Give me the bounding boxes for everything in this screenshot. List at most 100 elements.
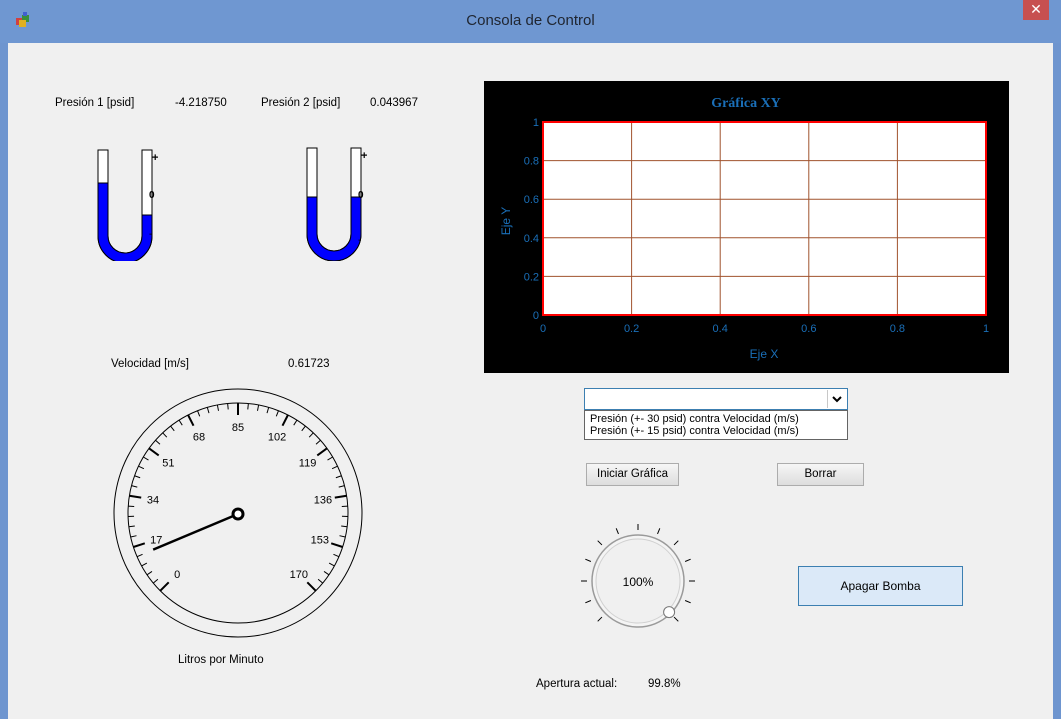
xy-chart: Gráfica XY 0 0.2 0.4 0.6 0.8 1 0 0.2 0.4 0.6 0.8 1… <box>499 96 989 361</box>
gauge-minor-tick <box>266 407 270 414</box>
xy-graph: Gráfica XY 0 0.2 0.4 0.6 0.8 1 0 0.2 0.4 0.6 0.8 1… <box>484 81 1009 373</box>
velocity-label: Velocidad [m/s] <box>111 358 189 370</box>
gauge-minor-tick <box>293 419 298 426</box>
gauge-minor-tick <box>134 475 141 479</box>
gauge-needle <box>152 512 239 551</box>
knob-tick <box>673 616 679 622</box>
gauge-minor-tick <box>256 404 260 411</box>
gauge-tick-label: 85 <box>232 422 244 434</box>
dropdown-option[interactable]: Presión (+- 30 psid) contra Velocidad (m… <box>590 413 847 425</box>
manometer-2-minus: - <box>358 235 361 246</box>
x-tick-label: 0 <box>540 323 546 335</box>
manometer-2: + 0 - <box>306 147 367 261</box>
manometer-fluid <box>306 196 362 261</box>
pressure2-value: 0.043967 <box>370 97 418 109</box>
gauge-minor-tick <box>275 410 279 417</box>
gauge-minor-tick <box>338 485 345 488</box>
gauge-minor-tick <box>327 456 333 461</box>
gauge-minor-tick <box>138 465 145 470</box>
y-tick-label: 1 <box>533 117 539 129</box>
x-tick-label: 0.4 <box>713 323 728 335</box>
gauge-minor-tick <box>143 456 149 461</box>
gauge-minor-tick <box>130 535 137 538</box>
gauge-tick-label: 68 <box>193 431 205 443</box>
gauge-major-tick <box>148 447 160 457</box>
y-tick-label: 0 <box>533 310 539 322</box>
y-tick-label: 0.4 <box>524 233 539 245</box>
x-tick-label: 0.2 <box>624 323 639 335</box>
knob-tick <box>597 540 603 546</box>
gauge-hub <box>231 507 245 521</box>
gauge-major-tick <box>133 542 146 548</box>
y-axis-label: Eje Y <box>499 207 513 235</box>
manometer-1-plus: + <box>152 152 158 164</box>
aperture-label: Apertura actual: <box>536 678 618 690</box>
pressure1-value: -4.218750 <box>175 97 227 109</box>
manometer-1-body <box>97 149 153 261</box>
gauge-minor-tick <box>317 578 324 584</box>
gauge-minor-tick <box>128 525 135 528</box>
gauge-minor-tick <box>146 571 153 576</box>
gauge-tick-label: 17 <box>150 535 162 547</box>
gauge-minor-tick <box>339 535 346 538</box>
close-button[interactable]: ✕ <box>1023 0 1049 20</box>
gauge-minor-tick <box>323 571 330 576</box>
gauge-tick-label: 51 <box>162 457 174 469</box>
gauge-minor-tick <box>136 553 143 558</box>
gauge-major-tick <box>334 494 347 499</box>
velocity-value: 0.61723 <box>288 358 330 370</box>
knob-tick <box>684 600 691 604</box>
gauge-major-tick <box>306 581 317 592</box>
gauge-minor-tick <box>155 439 161 445</box>
gauge-tick-label: 119 <box>299 457 317 469</box>
clear-button[interactable]: Borrar <box>777 463 864 486</box>
client-area: Presión 1 [psid] -4.218750 Presión 2 [ps… <box>8 43 1053 719</box>
x-tick-label: 0.8 <box>890 323 905 335</box>
title-bar: Consola de Control ✕ <box>0 0 1061 43</box>
knob-tick <box>585 558 592 562</box>
manometer-2-zero: 0 <box>358 190 364 201</box>
gauge-minor-tick <box>162 432 168 438</box>
chart-title: Gráfica XY <box>711 96 781 111</box>
knob-value: 100% <box>623 575 654 589</box>
gauge-label: Litros por Minuto <box>178 654 264 666</box>
y-tick-labels: 0 0.2 0.4 0.6 0.8 1 <box>524 117 539 322</box>
knob-tick <box>597 616 603 622</box>
gauge-minor-tick <box>335 475 342 479</box>
x-tick-label: 0.6 <box>801 323 816 335</box>
knob-tick <box>684 558 691 562</box>
plot-area <box>543 122 986 315</box>
gauge-minor-tick <box>227 403 229 410</box>
gauge-minor-tick <box>178 419 183 426</box>
gauge-minor-tick <box>247 403 249 410</box>
knob-indicator[interactable] <box>663 606 676 619</box>
gauge-major-tick <box>159 581 170 592</box>
knob-tick <box>673 540 679 546</box>
aperture-value: 99.8% <box>648 678 681 690</box>
knob-tick <box>585 600 592 604</box>
pump-valve-knob[interactable]: 100% <box>574 520 714 640</box>
gauge-minor-tick <box>341 525 348 528</box>
gauge-tick-label: 170 <box>290 569 308 581</box>
flow-gauge: 0 17 34 51 68 85 102 119 136 153 170 <box>113 388 363 638</box>
gauge-major-tick <box>316 447 328 457</box>
pump-off-button[interactable]: Apagar Bomba <box>798 566 963 606</box>
gauge-minor-tick <box>333 553 340 558</box>
gauge-major-tick <box>129 494 142 499</box>
knob-tick <box>657 528 661 535</box>
gauge-labels: 0 17 34 51 68 85 102 119 136 153 170 <box>147 422 332 581</box>
chevron-down-icon[interactable] <box>827 390 846 408</box>
gauge-minor-tick <box>141 562 148 567</box>
manometer-2-plus: + <box>361 150 367 162</box>
dropdown-option[interactable]: Presión (+- 15 psid) contra Velocidad (m… <box>590 425 847 437</box>
start-graph-button[interactable]: Iniciar Gráfica <box>586 463 679 486</box>
manometer-1: + 0 - <box>97 149 158 261</box>
y-tick-label: 0.2 <box>524 271 539 283</box>
gauge-tick-label: 153 <box>311 535 329 547</box>
graph-type-select[interactable] <box>584 388 848 410</box>
y-tick-label: 0.8 <box>524 156 539 168</box>
x-tick-labels: 0 0.2 0.4 0.6 0.8 1 <box>540 323 989 335</box>
pressure2-label: Presión 2 [psid] <box>261 97 341 109</box>
manometer-2-body <box>306 147 362 261</box>
x-tick-label: 1 <box>983 323 989 335</box>
